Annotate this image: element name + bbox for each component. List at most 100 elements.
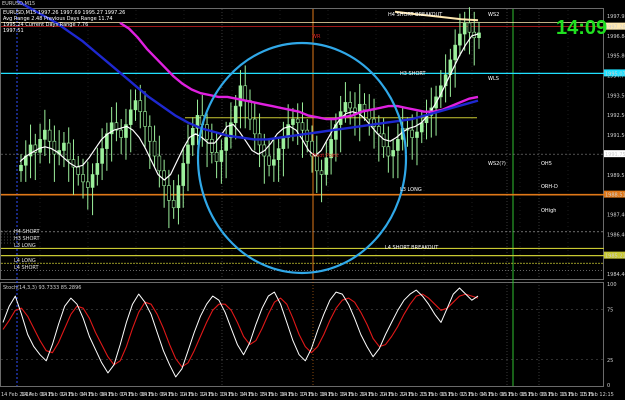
price-tick-label: 1993.56 bbox=[607, 93, 625, 99]
time-tick-label: 15 Feb 12:15 bbox=[581, 392, 614, 398]
candle-body bbox=[281, 137, 286, 149]
label-orh-d: ORH-D bbox=[541, 184, 558, 190]
label-oh5: OH5 bbox=[541, 161, 552, 167]
header-line-4: 1997.51 bbox=[3, 28, 24, 34]
candle-body bbox=[415, 131, 419, 138]
candle-body bbox=[467, 22, 472, 33]
candle-body bbox=[300, 122, 305, 131]
label-wr: WR bbox=[312, 34, 321, 40]
price-badge: 1988.51 bbox=[605, 193, 625, 199]
candle-body bbox=[100, 148, 104, 164]
cluster-label-1: H4 SHORT bbox=[14, 229, 41, 235]
clock-display: 14:09 bbox=[556, 17, 607, 39]
price-badge: 1985.21 bbox=[605, 254, 625, 260]
price-tick-label: 1984.40 bbox=[607, 272, 625, 278]
symbol-label: EURUSD,M15 bbox=[2, 1, 35, 7]
candle-body bbox=[128, 109, 133, 125]
candle-body bbox=[252, 118, 257, 135]
price-badge: 1995.07 bbox=[605, 71, 625, 77]
candle-body bbox=[186, 144, 190, 164]
candle-body bbox=[148, 126, 152, 142]
price-tick-label: 1997.92 bbox=[607, 14, 625, 20]
candle-body bbox=[248, 100, 252, 120]
price-tick-label: 1991.56 bbox=[607, 133, 625, 139]
candle-body bbox=[76, 166, 81, 175]
candle-body bbox=[343, 102, 348, 112]
price-tick-label: 1986.40 bbox=[607, 232, 625, 238]
candle-body bbox=[391, 150, 395, 157]
price-badge: 1991.75 bbox=[605, 152, 625, 158]
stoch-tick-label: 75 bbox=[607, 307, 613, 313]
candle-body bbox=[410, 129, 415, 138]
candle-body bbox=[267, 155, 271, 166]
candle-body bbox=[157, 155, 162, 172]
candle-body bbox=[243, 85, 248, 101]
price-tick-label: 1995.80 bbox=[607, 54, 625, 60]
candle-body bbox=[205, 124, 209, 140]
price-badge: 1997.26 bbox=[605, 25, 625, 31]
price-tick-label: 1992.56 bbox=[607, 113, 625, 119]
candle-body bbox=[462, 22, 467, 35]
stoch-tick-label: 100 bbox=[607, 282, 617, 288]
candle-body bbox=[43, 129, 47, 140]
candle-body bbox=[85, 181, 90, 188]
cluster-label-3: L3 LONG bbox=[14, 243, 36, 249]
candle-body bbox=[324, 157, 329, 175]
candle-body bbox=[419, 122, 424, 133]
stoch-tick-label: 0 bbox=[607, 383, 610, 389]
cluster-label-5: L4 SHORT bbox=[14, 265, 40, 271]
candle-body bbox=[138, 100, 143, 112]
candle-body bbox=[167, 185, 171, 201]
candle-body bbox=[38, 139, 42, 153]
label-ws2-alt: WS2(?) bbox=[488, 161, 506, 167]
label-h4-short-breakout: H4 SHORT BREAKOUT bbox=[388, 12, 443, 18]
candle-body bbox=[81, 174, 85, 183]
candle-body bbox=[305, 129, 310, 142]
candle-body bbox=[90, 174, 95, 188]
candle-body bbox=[276, 148, 281, 161]
candle-body bbox=[143, 111, 147, 127]
candle-body bbox=[458, 33, 462, 46]
cluster-label-2: H3 SHORT bbox=[14, 236, 41, 242]
label-wls: WLS bbox=[488, 76, 499, 82]
candle-body bbox=[95, 163, 100, 175]
candle-body bbox=[319, 170, 324, 175]
price-tick-label: 1996.84 bbox=[607, 34, 625, 40]
stoch-indicator-label: Stoch(14,3,3) 93.7333 85.2896 bbox=[3, 285, 81, 291]
candle-body bbox=[386, 146, 391, 157]
label-h3-short: H3 SHORT bbox=[400, 71, 427, 77]
candle-body bbox=[381, 133, 386, 148]
cluster-label-4: L4 LONG bbox=[14, 258, 36, 264]
label-pivot-point: Pivot Point bbox=[312, 153, 338, 159]
stoch-tick-label: 25 bbox=[607, 358, 613, 364]
candle-body bbox=[66, 142, 71, 161]
candle-body bbox=[181, 163, 186, 186]
price-tick-label: 1987.40 bbox=[607, 212, 625, 218]
candle-body bbox=[453, 44, 457, 61]
candle-body bbox=[224, 137, 228, 151]
candle-body bbox=[295, 118, 300, 124]
candle-body bbox=[52, 140, 57, 155]
trading-chart[interactable]: 1997.921996.841995.801994.781993.561992.… bbox=[0, 0, 625, 400]
candle-body bbox=[176, 185, 181, 209]
candle-body bbox=[47, 129, 52, 142]
label-l4-short-breakout: L4 SHORT BREAKOUT bbox=[385, 245, 439, 251]
candle-body bbox=[119, 129, 123, 138]
label-ohigh: OHigh bbox=[541, 208, 556, 214]
candle-body bbox=[272, 159, 276, 166]
candle-body bbox=[291, 118, 295, 125]
candle-body bbox=[214, 152, 219, 162]
candle-body bbox=[171, 200, 176, 209]
candle-body bbox=[477, 32, 481, 39]
label-l3-long: L3 LONG bbox=[400, 187, 422, 193]
candle-body bbox=[19, 164, 23, 172]
candle-body bbox=[210, 139, 214, 153]
candle-body bbox=[133, 100, 138, 111]
label-ws2: WS2 bbox=[488, 12, 499, 18]
candle-body bbox=[62, 142, 66, 151]
candle-body bbox=[152, 140, 157, 157]
candle-body bbox=[377, 126, 381, 135]
price-tick-label: 1989.51 bbox=[607, 173, 625, 179]
candle-body bbox=[396, 139, 400, 151]
candle-body bbox=[238, 85, 243, 107]
